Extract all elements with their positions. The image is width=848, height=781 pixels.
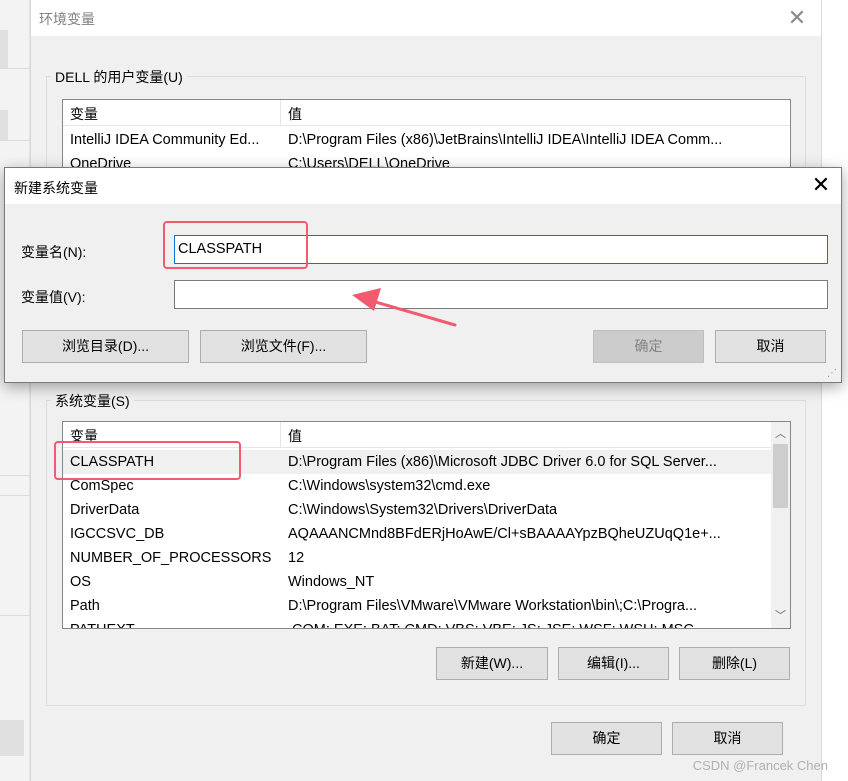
watermark: CSDN @Francek Chen — [692, 758, 828, 773]
annotation-arrow-icon — [352, 288, 457, 327]
